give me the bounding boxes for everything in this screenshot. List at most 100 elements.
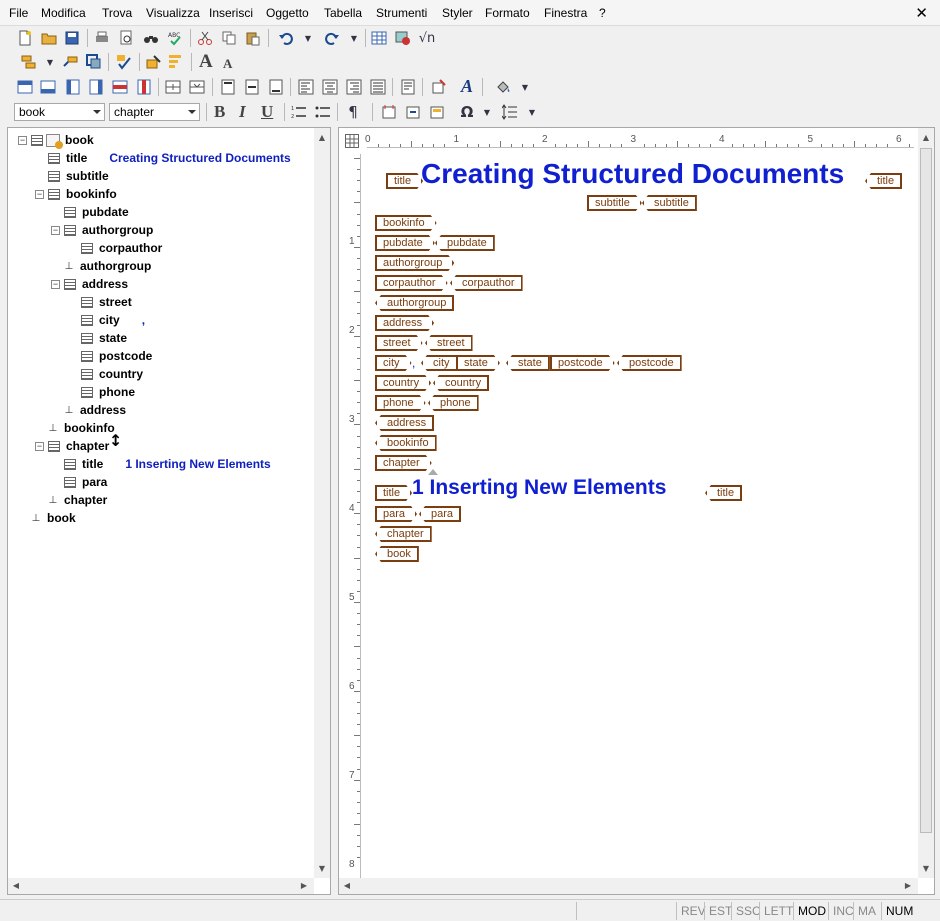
menu-help[interactable]: ? [599,6,606,20]
tag-address-end[interactable]: address [375,415,435,431]
tag-book-end[interactable]: book [375,546,419,562]
copy-icon[interactable] [220,29,238,47]
delete-row-icon[interactable] [111,78,129,96]
table-grid-icon[interactable] [345,134,359,148]
tag-chapter-title-end[interactable]: title [705,485,743,501]
menu-visualizza[interactable]: Visualizza [146,6,200,20]
tag-address-start[interactable]: address [375,315,434,331]
collapse-toggle-icon[interactable]: − [51,225,60,235]
collapse-toggle-icon[interactable]: − [18,135,27,145]
italic-button[interactable]: I [239,102,246,122]
insert-image-icon[interactable] [394,29,412,47]
insert-reference-icon[interactable] [430,78,448,96]
menu-formato[interactable]: Formato [485,6,530,20]
tag-subtitle-end[interactable]: subtitle [642,195,697,211]
decrease-font-icon[interactable]: A [223,56,232,72]
menu-trova[interactable]: Trova [102,6,132,20]
redo-dropdown-chevron-icon[interactable]: ▼ [345,29,363,47]
new-document-icon[interactable] [16,29,34,47]
redo-icon[interactable] [323,29,341,47]
bold-button[interactable]: B [214,102,225,122]
tag-authorgroup-end[interactable]: authorgroup [375,295,455,311]
tag-title-end[interactable]: title [865,173,903,189]
tag-country-start[interactable]: country [375,375,431,391]
tag-chapter-start[interactable]: chapter [375,455,432,471]
element-insert-icon[interactable] [20,53,38,71]
tag-chapter-end[interactable]: chapter [375,526,432,542]
tag-authorgroup-start[interactable]: authorgroup [375,255,454,271]
tree-node-subtitle[interactable]: subtitle [48,167,109,185]
tag-pubdate-start[interactable]: pubdate [375,235,435,251]
tree-node-city[interactable]: city, [81,311,145,329]
tree-node-authorgroup[interactable]: − authorgroup [51,221,153,239]
tag-street-end[interactable]: street [425,335,473,351]
edit-attributes-icon[interactable] [145,53,163,71]
scroll-down-arrow-icon[interactable]: ▼ [918,861,934,877]
character-format-icon[interactable]: A [458,76,476,96]
tree-node-country[interactable]: country [81,365,143,383]
undo-dropdown-chevron-icon[interactable]: ▼ [299,29,317,47]
align-left-icon[interactable] [297,78,315,96]
tag-postcode-start[interactable]: postcode [550,355,615,371]
equation-sqrt-icon[interactable]: √n [418,29,436,47]
special-character-dropdown-icon[interactable]: ▼ [478,103,496,121]
special-character-omega-icon[interactable]: Ω [458,103,476,121]
insert-column-right-icon[interactable] [87,78,105,96]
style-select[interactable]: chapter [109,103,200,121]
find-binoculars-icon[interactable] [142,29,160,47]
scroll-down-arrow-icon[interactable]: ▼ [314,861,330,877]
insert-row-below-icon[interactable] [39,78,57,96]
tag-para-end[interactable]: para [419,506,462,522]
insert-xref-icon[interactable] [380,103,398,121]
align-bottom-icon[interactable] [267,78,285,96]
bulleted-list-icon[interactable] [314,103,332,121]
tag-pubdate-end[interactable]: pubdate [435,235,495,251]
delete-column-icon[interactable] [135,78,153,96]
table-icon[interactable] [370,29,388,47]
collapse-toggle-icon[interactable]: − [35,441,44,451]
insert-index-icon[interactable] [428,103,446,121]
close-document-icon[interactable]: ✕ [915,4,928,22]
wrap-element-icon[interactable] [85,53,103,71]
tag-bookinfo-start[interactable]: bookinfo [375,215,437,231]
scroll-up-arrow-icon[interactable]: ▲ [314,130,330,146]
justify-icon[interactable] [369,78,387,96]
tag-chapter-title-start[interactable]: title [375,485,412,501]
tree-node-phone[interactable]: phone [81,383,135,401]
tree-node-street[interactable]: street [81,293,132,311]
styles-icon[interactable] [167,53,185,71]
tree-node-chapter[interactable]: ⊥ chapter [48,491,108,509]
tree-horizontal-scrollbar[interactable]: ◀ ▶ [8,878,314,894]
merge-cells-icon[interactable] [188,78,206,96]
tag-phone-start[interactable]: phone [375,395,426,411]
element-select[interactable]: book [14,103,105,121]
collapse-toggle-icon[interactable]: − [51,279,60,289]
line-spacing-dropdown-icon[interactable]: ▼ [523,103,541,121]
tag-corpauthor-start[interactable]: corpauthor [375,275,448,291]
tag-city-start[interactable]: city [375,355,412,371]
tree-node-corpauthor[interactable]: corpauthor [81,239,162,257]
paragraph-format-icon[interactable] [399,78,417,96]
tree-node-title[interactable]: title 1 Inserting New Elements [64,455,271,473]
fill-color-dropdown-icon[interactable]: ▼ [516,78,534,96]
tag-state-end[interactable]: state [506,355,550,371]
menu-strumenti[interactable]: Strumenti [376,6,427,20]
menu-oggetto[interactable]: Oggetto [266,6,309,20]
fill-color-bucket-icon[interactable] [494,78,512,96]
tag-state-start[interactable]: state [456,355,500,371]
tag-phone-end[interactable]: phone [428,395,479,411]
tree-node-address[interactable]: − address [51,275,128,293]
insert-column-left-icon[interactable] [64,78,82,96]
align-top-icon[interactable] [219,78,237,96]
tree-node-postcode[interactable]: postcode [81,347,152,365]
document-title[interactable]: Creating Structured Documents [421,158,844,190]
menu-tabella[interactable]: Tabella [324,6,362,20]
tag-title-start[interactable]: title [386,173,423,189]
line-spacing-icon[interactable] [501,103,519,121]
insert-row-above-icon[interactable] [16,78,34,96]
menu-file[interactable]: File [9,6,28,20]
scroll-up-arrow-icon[interactable]: ▲ [918,130,934,146]
document-horizontal-scrollbar[interactable]: ◀ ▶ [339,878,918,894]
menu-styler[interactable]: Styler [442,6,473,20]
tree-vertical-scrollbar[interactable]: ▲ ▼ [314,128,330,878]
